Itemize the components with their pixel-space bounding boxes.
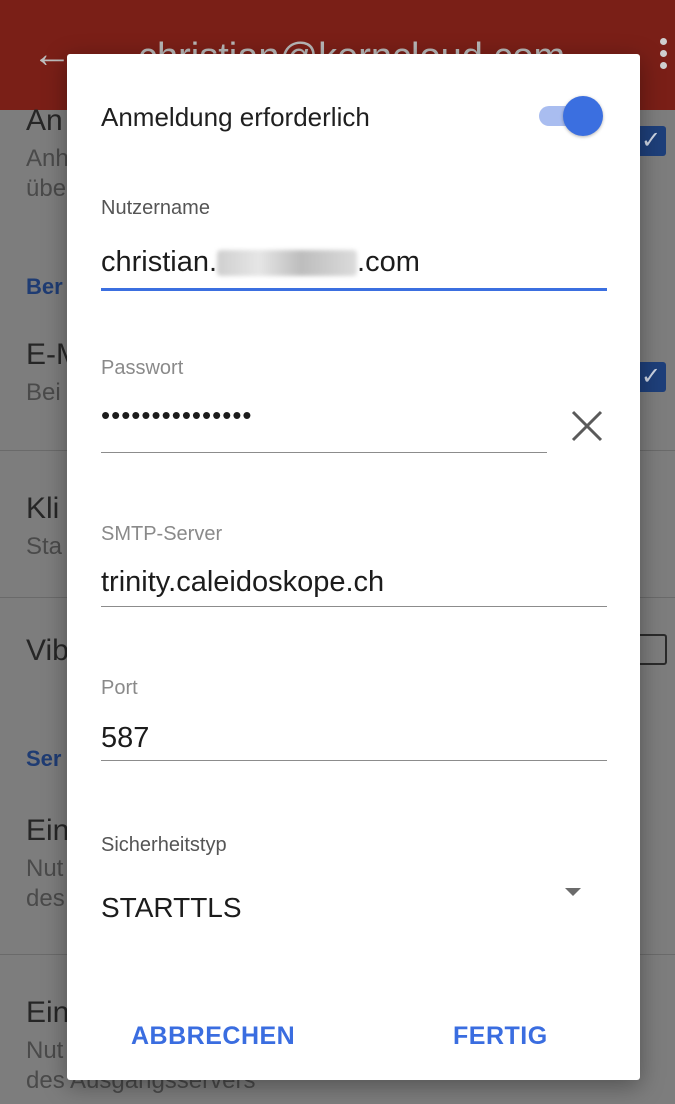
checkbox-checked[interactable]: ✓ (636, 362, 666, 392)
password-field[interactable]: ••••••••••••••• (101, 400, 253, 431)
section-header: Ser (26, 746, 62, 771)
outgoing-server-dialog: Anmeldung erforderlich Nutzername christ… (67, 54, 640, 1080)
smtp-server-field[interactable]: trinity.caleidoskope.ch (101, 566, 384, 599)
security-type-label: Sicherheitstyp (101, 834, 227, 856)
smtp-server-label: SMTP-Server (101, 523, 223, 545)
setting-item[interactable]: Kli Sta (26, 492, 62, 562)
cancel-button[interactable]: ABBRECHEN (131, 1022, 295, 1051)
username-prefix: christian. (101, 246, 218, 278)
username-underline (101, 288, 607, 291)
port-field[interactable]: 587 (101, 722, 149, 755)
setting-item[interactable]: An Anh übe (26, 104, 69, 204)
username-field[interactable]: christian. .com (101, 246, 420, 279)
port-label: Port (101, 677, 138, 699)
dropdown-arrow-icon[interactable] (565, 888, 581, 896)
security-type-select[interactable]: STARTTLS (101, 892, 242, 924)
checkbox-checked[interactable]: ✓ (636, 126, 666, 156)
port-underline (101, 760, 607, 761)
checkbox-unchecked[interactable] (636, 634, 667, 665)
setting-item[interactable]: Ein Nut des (26, 814, 69, 914)
setting-item[interactable]: Vib (26, 634, 69, 668)
username-suffix: .com (357, 246, 420, 278)
clear-password-icon[interactable] (567, 406, 607, 446)
overflow-menu-icon[interactable] (660, 38, 668, 74)
toggle-thumb (563, 96, 603, 136)
smtp-server-underline (101, 606, 607, 607)
done-button[interactable]: FERTIG (453, 1022, 548, 1051)
auth-required-toggle[interactable] (535, 96, 603, 136)
password-underline (101, 452, 547, 453)
section-header: Ber (26, 274, 63, 299)
username-label: Nutzername (101, 197, 210, 219)
auth-required-label: Anmeldung erforderlich (101, 102, 370, 132)
back-arrow-icon[interactable]: ← (32, 34, 72, 74)
password-label: Passwort (101, 357, 184, 379)
redacted-text (217, 250, 358, 277)
